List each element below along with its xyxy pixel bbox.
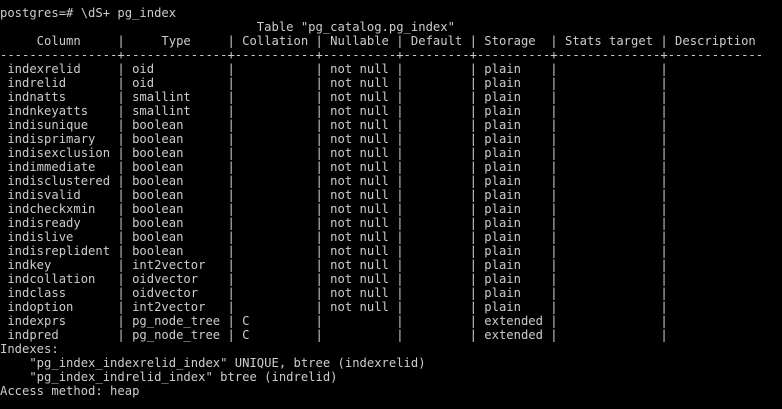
table-row: indclass | oidvector | | not null | | pl…	[0, 286, 668, 300]
terminal-window[interactable]: postgres=# \dS+ pg_index Table "pg_catal…	[0, 6, 782, 409]
table-row: indisprimary | boolean | | not null | | …	[0, 132, 668, 146]
table-row: indisvalid | boolean | | not null | | pl…	[0, 188, 668, 202]
index-line: "pg_index_indexrelid_index" UNIQUE, btre…	[0, 356, 426, 370]
table-row: indexrelid | oid | | not null | | plain …	[0, 62, 668, 76]
indexes-heading: Indexes:	[0, 342, 59, 356]
index-line: "pg_index_indrelid_index" btree (indreli…	[0, 370, 338, 384]
table-row: indnkeyatts | smallint | | not null | | …	[0, 104, 668, 118]
table-separator: ----------------+--------------+--------…	[0, 48, 764, 62]
table-header-row: Column | Type | Collation | Nullable | D…	[0, 34, 756, 48]
table-row: indcheckxmin | boolean | | not null | | …	[0, 202, 668, 216]
table-row: indisunique | boolean | | not null | | p…	[0, 118, 668, 132]
table-row: indpred | pg_node_tree | C | | | extende…	[0, 328, 668, 342]
table-row: indisclustered | boolean | | not null | …	[0, 174, 668, 188]
command-prompt-line: postgres=# \dS+ pg_index	[0, 6, 177, 20]
table-row: indrelid | oid | | not null | | plain | …	[0, 76, 668, 90]
table-row: indkey | int2vector | | not null | | pla…	[0, 258, 668, 272]
table-row: indisreplident | boolean | | not null | …	[0, 244, 668, 258]
table-row: indimmediate | boolean | | not null | | …	[0, 160, 668, 174]
access-method-line: Access method: heap	[0, 384, 140, 398]
table-row: indisexclusion | boolean | | not null | …	[0, 146, 668, 160]
table-row: indisready | boolean | | not null | | pl…	[0, 216, 668, 230]
table-row: indislive | boolean | | not null | | pla…	[0, 230, 668, 244]
table-title: Table "pg_catalog.pg_index"	[0, 20, 455, 34]
table-row: indcollation | oidvector | | not null | …	[0, 272, 668, 286]
table-row: indoption | int2vector | | not null | | …	[0, 300, 668, 314]
table-row: indexprs | pg_node_tree | C | | | extend…	[0, 314, 668, 328]
table-row: indnatts | smallint | | not null | | pla…	[0, 90, 668, 104]
